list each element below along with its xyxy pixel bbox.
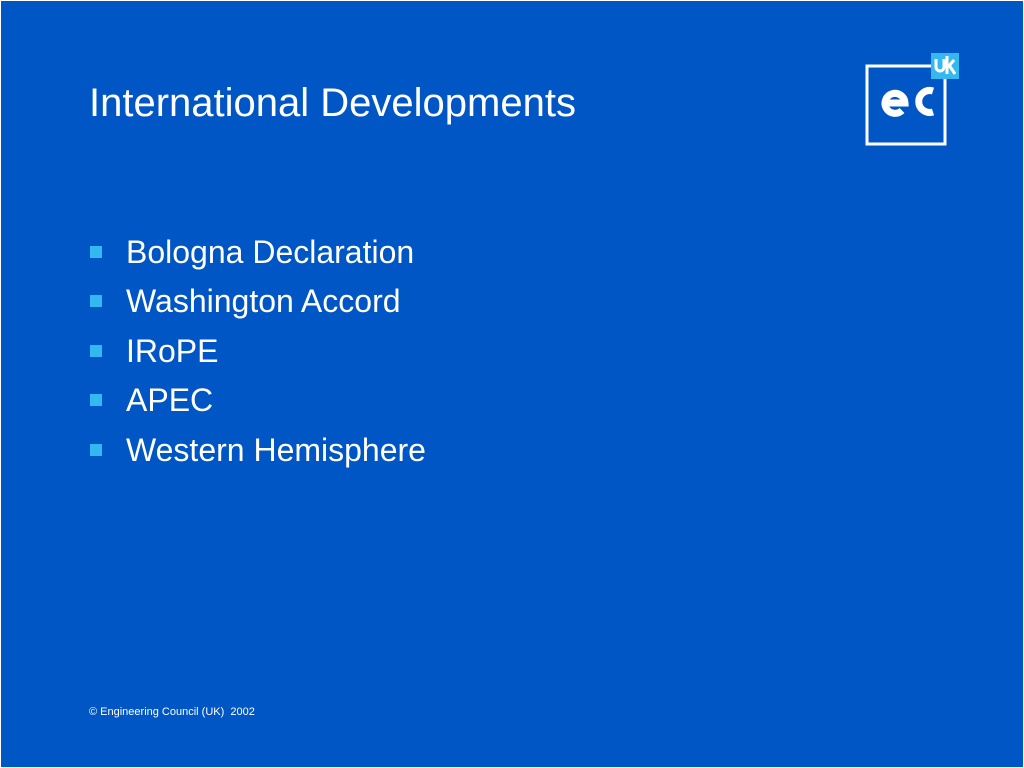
bullet-list: Bologna Declaration Washington Accord IR… <box>89 227 426 475</box>
bullet-item: Western Hemisphere <box>89 425 426 475</box>
bullet-item: IRoPE <box>89 326 426 376</box>
square-bullet-icon <box>90 344 102 357</box>
slide-title: International Developments <box>89 81 576 125</box>
bullet-text: Bologna Declaration <box>126 233 415 270</box>
slide: International Developments Bologna Decla… <box>1 1 1023 767</box>
bullet-item: Washington Accord <box>89 277 426 327</box>
bullet-text: APEC <box>126 382 214 419</box>
bullet-text: Washington Accord <box>126 283 401 320</box>
bullet-item: APEC <box>89 376 426 426</box>
square-bullet-icon <box>90 394 102 407</box>
square-bullet-icon <box>90 245 102 258</box>
bullet-item: Bologna Declaration <box>89 227 426 277</box>
bullet-text: IRoPE <box>126 332 219 369</box>
ec-uk-logo <box>865 53 959 146</box>
square-bullet-icon <box>90 443 102 456</box>
bullet-text: Western Hemisphere <box>126 431 426 468</box>
copyright-footer: © Engineering Council (UK) 2002 <box>89 706 255 718</box>
square-bullet-icon <box>90 295 102 308</box>
